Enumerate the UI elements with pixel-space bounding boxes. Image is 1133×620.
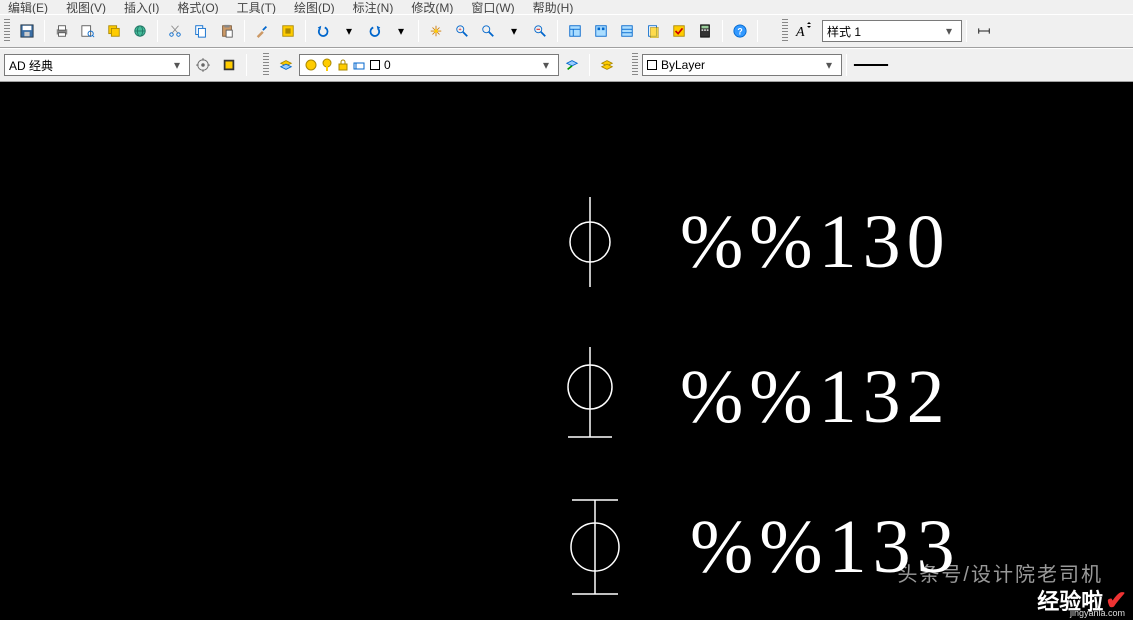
separator	[722, 20, 723, 42]
layers-toolbar: AD 经典 ▾ 0 ▾ ByLayer ▾	[0, 48, 1133, 82]
toolbar-grip[interactable]	[632, 53, 638, 77]
standard-toolbar: ▾ ▾ + ▾ ? A	[0, 14, 1133, 48]
toolbar-grip[interactable]	[263, 53, 269, 77]
separator	[44, 20, 45, 42]
separator	[966, 20, 967, 42]
drawing-text: %%130	[680, 199, 951, 286]
redo-dropdown[interactable]: ▾	[388, 18, 414, 44]
redo-button[interactable]	[362, 18, 388, 44]
workspace-dropdown[interactable]: AD 经典 ▾	[4, 54, 190, 76]
match-properties-button[interactable]	[249, 18, 275, 44]
drawing-canvas[interactable]: %%130 %%132 %%133 头条号/设计院老司机 经验啦 ✔ jingy…	[0, 82, 1133, 620]
separator	[757, 20, 758, 42]
drawing-text-row: %%130	[560, 192, 951, 292]
design-center-button[interactable]	[588, 18, 614, 44]
markup-button[interactable]	[666, 18, 692, 44]
tool-palettes-button[interactable]	[614, 18, 640, 44]
undo-dropdown[interactable]: ▾	[336, 18, 362, 44]
print-button[interactable]	[49, 18, 75, 44]
layer-status-icons	[304, 58, 366, 72]
layer-value: 0	[384, 58, 538, 72]
workspace-save-button[interactable]	[216, 52, 242, 78]
zoom-previous-button[interactable]	[527, 18, 553, 44]
separator	[846, 54, 847, 76]
text-style-button[interactable]: A	[792, 18, 818, 44]
properties-button[interactable]	[562, 18, 588, 44]
layer-dropdown[interactable]: 0 ▾	[299, 54, 559, 76]
phi-underline-symbol-icon	[560, 342, 620, 452]
menu-item[interactable]: 绘图(D)	[294, 2, 335, 14]
svg-text:+: +	[459, 27, 462, 33]
publish-button[interactable]	[101, 18, 127, 44]
text-style-dropdown[interactable]: 样式 1 ▾	[822, 20, 962, 42]
phi-double-bar-symbol-icon	[560, 492, 630, 602]
pan-button[interactable]	[423, 18, 449, 44]
menu-item[interactable]: 修改(M)	[411, 2, 453, 14]
help-button[interactable]: ?	[727, 18, 753, 44]
layer-properties-button[interactable]	[273, 52, 299, 78]
color-swatch	[647, 60, 657, 70]
menu-item[interactable]: 工具(T)	[237, 2, 276, 14]
chevron-down-icon: ▾	[821, 55, 837, 75]
separator	[157, 20, 158, 42]
separator	[246, 54, 247, 76]
color-dropdown[interactable]: ByLayer ▾	[642, 54, 842, 76]
chevron-down-icon: ▾	[169, 55, 185, 75]
menu-item[interactable]: 格式(O)	[177, 2, 218, 14]
workspace-settings-button[interactable]	[190, 52, 216, 78]
menu-item[interactable]: 视图(V)	[66, 2, 106, 14]
separator	[244, 20, 245, 42]
cut-button[interactable]	[162, 18, 188, 44]
zoom-dropdown[interactable]: ▾	[501, 18, 527, 44]
copy-button[interactable]	[188, 18, 214, 44]
separator	[557, 20, 558, 42]
layer-previous-button[interactable]	[559, 52, 585, 78]
phi-symbol-icon	[560, 192, 620, 292]
save-button[interactable]	[14, 18, 40, 44]
linetype-button[interactable]	[851, 52, 891, 78]
zoom-window-button[interactable]	[475, 18, 501, 44]
separator	[589, 54, 590, 76]
svg-text:?: ?	[737, 27, 742, 37]
drawing-text-row: %%132	[560, 342, 951, 452]
chevron-down-icon: ▾	[941, 21, 957, 41]
print-preview-button[interactable]	[75, 18, 101, 44]
menu-item[interactable]: 窗口(W)	[471, 2, 514, 14]
menu-item[interactable]: 标注(N)	[353, 2, 394, 14]
layer-state-button[interactable]	[594, 52, 620, 78]
sheet-set-button[interactable]	[640, 18, 666, 44]
layer-color-swatch	[370, 60, 380, 70]
separator	[305, 20, 306, 42]
paste-button[interactable]	[214, 18, 240, 44]
menu-item[interactable]: 编辑(E)	[8, 2, 48, 14]
dimension-style-button[interactable]	[971, 18, 997, 44]
toolbar-grip[interactable]	[782, 19, 788, 43]
menu-bar: 编辑(E) 视图(V) 插入(I) 格式(O) 工具(T) 绘图(D) 标注(N…	[0, 0, 1133, 14]
brand-watermark: 经验啦 ✔ jingyanla.com	[1037, 584, 1127, 616]
text-style-value: 样式 1	[827, 23, 941, 40]
separator	[418, 20, 419, 42]
color-value: ByLayer	[661, 58, 821, 72]
watermark-text: 头条号/设计院老司机	[897, 558, 1103, 587]
calculator-button[interactable]	[692, 18, 718, 44]
zoom-realtime-button[interactable]: +	[449, 18, 475, 44]
toolbar-grip[interactable]	[4, 19, 10, 43]
menu-item[interactable]: 帮助(H)	[533, 2, 574, 14]
menu-item[interactable]: 插入(I)	[124, 2, 159, 14]
brand-sub: jingyanla.com	[1070, 608, 1125, 618]
publish-web-button[interactable]	[127, 18, 153, 44]
drawing-text: %%132	[680, 354, 951, 441]
workspace-value: AD 经典	[9, 57, 169, 74]
undo-button[interactable]	[310, 18, 336, 44]
block-editor-button[interactable]	[275, 18, 301, 44]
chevron-down-icon: ▾	[538, 55, 554, 75]
svg-text:A: A	[795, 25, 805, 40]
